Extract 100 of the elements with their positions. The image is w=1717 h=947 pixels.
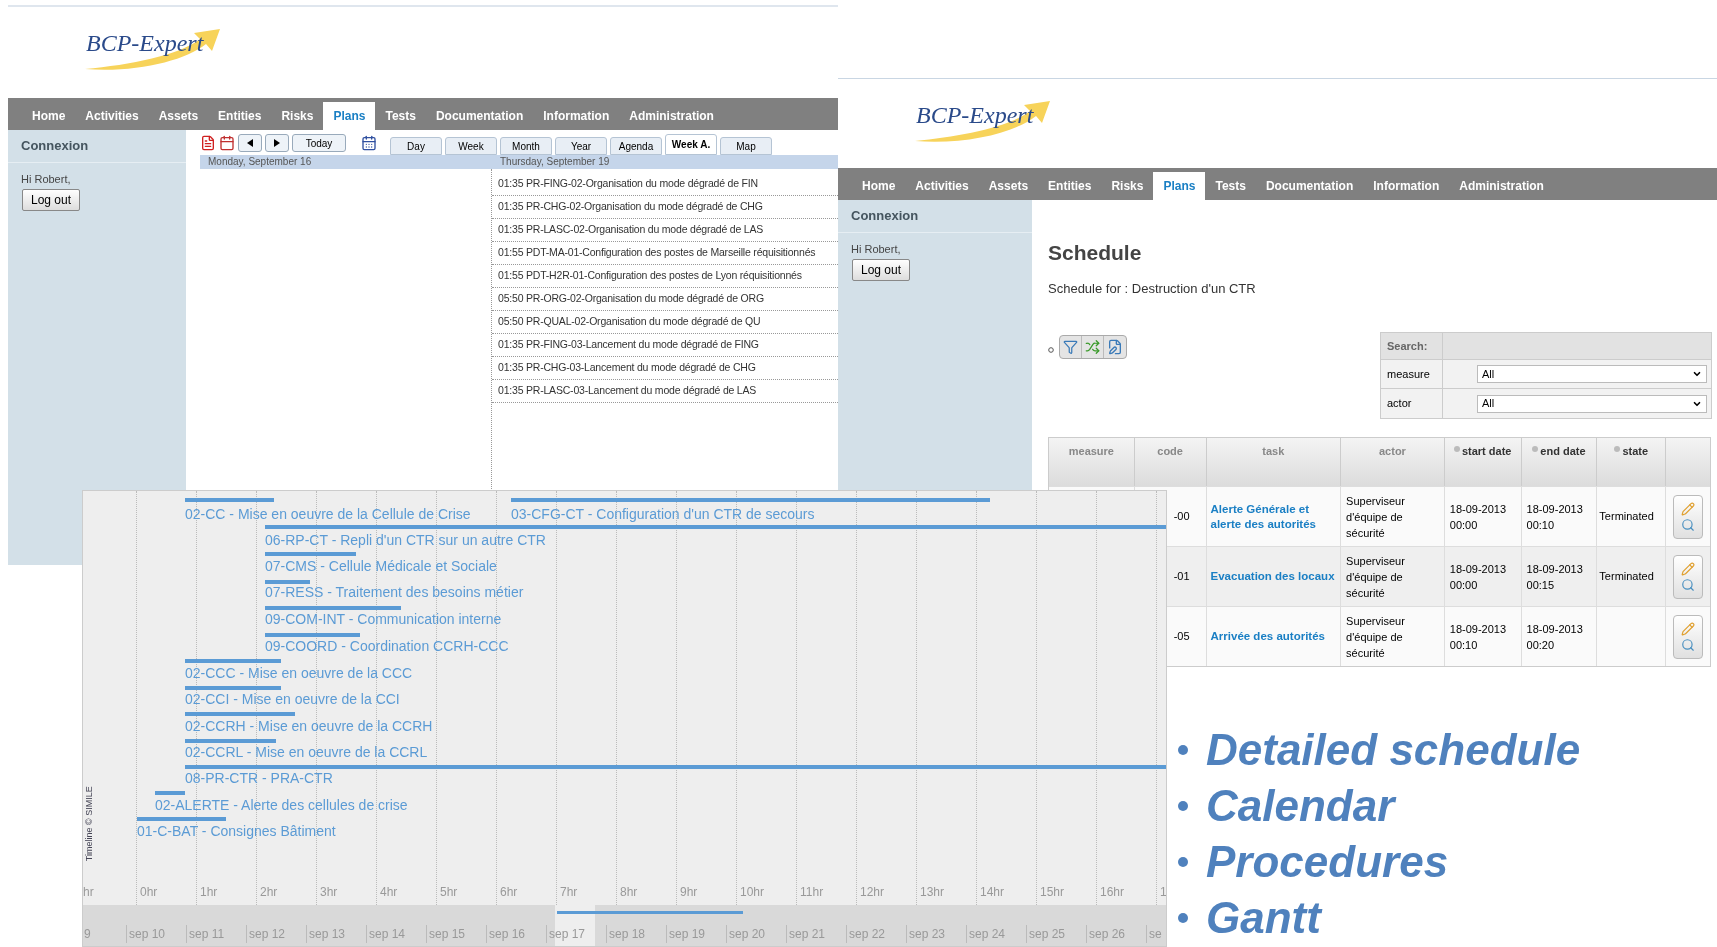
hour-tick-label: 13hr (920, 884, 945, 901)
filter-dropdown[interactable]: All (1477, 394, 1707, 413)
task-bar[interactable] (185, 659, 281, 663)
start-date-cell-text: 18-09-2013 00:00 (1449, 561, 1508, 593)
task-label[interactable]: 03-CFG-CT - Configuration d'un CTR de secours (511, 506, 815, 522)
nav-tab[interactable]: Entities (1038, 172, 1102, 200)
day-tick-label: sep 20 (726, 925, 766, 943)
next-button[interactable] (265, 134, 289, 152)
nav-tab[interactable]: Plans (323, 102, 376, 130)
task-link[interactable]: Evacuation des locaux (1210, 569, 1335, 584)
nav-tab[interactable]: Risks (1101, 172, 1154, 200)
filter-dropdown[interactable]: All (1477, 365, 1707, 383)
task-bar[interactable] (265, 633, 360, 637)
task-label[interactable]: 02-CCI - Mise en oeuvre de la CCI (185, 691, 400, 707)
nav-tab[interactable]: Information (1363, 172, 1450, 200)
logout-button[interactable]: Log out (852, 259, 911, 281)
start-date-cell-text: 18-09-2013 00:10 (1449, 621, 1508, 653)
nav-tab[interactable]: Plans (1153, 172, 1206, 200)
hour-tick-label: 1hr (200, 884, 218, 901)
sidebar-title: Connexion (838, 200, 1032, 233)
nav-tab[interactable]: Information (533, 102, 620, 130)
task-label[interactable]: 02-ALERTE - Alerte des cellules de crise (155, 797, 408, 813)
day-tick-label: sep 17 (546, 925, 586, 943)
state-cell-text: Terminated (1599, 569, 1654, 585)
day-tick-label: 9 (83, 925, 91, 943)
nav-tab[interactable]: Tests (1205, 172, 1256, 200)
task-bar[interactable] (265, 580, 310, 584)
hour-tick-label: 14hr (980, 884, 1005, 901)
action-button[interactable] (1673, 614, 1704, 659)
nav-tab[interactable]: Risks (271, 102, 324, 130)
pdf-icon[interactable] (200, 135, 216, 151)
view-tab[interactable]: Map (720, 137, 772, 155)
task-bar[interactable] (185, 498, 274, 502)
filter-label: measure (1381, 360, 1443, 388)
task-bar[interactable] (265, 552, 356, 556)
nav-tab[interactable]: Assets (978, 172, 1039, 200)
nav-tab[interactable]: Activities (905, 172, 979, 200)
task-label[interactable]: 07-CMS - Cellule Médicale et Sociale (265, 558, 497, 574)
nav-tab[interactable]: Tests (375, 102, 426, 130)
nav-tab[interactable]: Administration (1449, 172, 1554, 200)
bullet-icon (1178, 745, 1188, 755)
task-label[interactable]: 09-COM-INT - Communication interne (265, 611, 502, 627)
nav-tab[interactable]: Home (22, 102, 76, 130)
task-bar[interactable] (265, 606, 401, 610)
bullet-icon (1048, 347, 1054, 353)
hour-tick-label: 4hr (380, 884, 398, 901)
view-tab[interactable]: Week (445, 137, 497, 155)
task-bar[interactable] (185, 712, 295, 716)
nav-tab[interactable]: Administration (619, 102, 724, 130)
hour-tick-label: 15hr (1040, 884, 1065, 901)
task-bar[interactable] (185, 739, 276, 743)
task-label[interactable]: 02-CC - Mise en oeuvre de la Cellule de Crise (185, 506, 471, 522)
task-link[interactable]: Alerte Générale et alerte des autorités (1210, 501, 1337, 532)
task-label[interactable]: 02-CCC - Mise en oeuvre de la CCC (185, 665, 413, 681)
hour-tick-label: 5hr (440, 884, 458, 901)
bullet-icon (1178, 857, 1188, 867)
nav-tab[interactable]: Documentation (1255, 172, 1364, 200)
view-tab[interactable]: Day (390, 137, 442, 155)
nav-tab[interactable]: Entities (208, 102, 272, 130)
task-bar[interactable] (265, 525, 1166, 529)
task-label[interactable]: 01-C-BAT - Consignes Bâtiment (137, 823, 336, 839)
today-button[interactable]: Today (292, 134, 346, 152)
bullet-icon (1178, 801, 1188, 811)
task-bar[interactable] (155, 791, 185, 795)
calendar-grid-icon[interactable] (361, 135, 377, 151)
task-label[interactable]: 06-RP-CT - Repli d'un CTR sur un autre CTR (265, 532, 546, 548)
task-label[interactable]: 07-RESS - Traitement des besoins métier (265, 584, 524, 600)
magnifier-icon (1681, 637, 1696, 652)
end-date-cell-text: 18-09-2013 00:20 (1526, 621, 1584, 653)
nav-tab[interactable]: Home (852, 172, 906, 200)
code-cell-text: -00 (1173, 509, 1190, 525)
action-button[interactable] (1673, 554, 1704, 599)
task-link[interactable]: Arrivée des autorités (1210, 629, 1325, 644)
view-tab[interactable]: Year (555, 137, 607, 155)
calendar-icon[interactable] (219, 135, 235, 151)
hour-tick-label: 9hr (680, 884, 698, 901)
previous-button[interactable] (238, 134, 262, 152)
hour-tick-label: 7hr (560, 884, 578, 901)
nav-tab[interactable]: Activities (75, 102, 149, 130)
hour-tick-label: 2hr (260, 884, 278, 901)
nav-tab[interactable]: Assets (148, 102, 209, 130)
nav-tab[interactable]: Documentation (425, 102, 534, 130)
feature-item: Detailed schedule (1206, 724, 1581, 776)
action-button[interactable] (1673, 494, 1704, 539)
actor-cell-text: Superviseur d'équipe de sécurité (1346, 493, 1406, 541)
view-tab[interactable]: Week A. (665, 134, 717, 155)
logout-button[interactable]: Log out (22, 189, 81, 211)
end-date-cell-text: 18-09-2013 00:10 (1526, 501, 1584, 533)
task-label[interactable]: 02-CCRH - Mise en oeuvre de la CCRH (185, 718, 433, 734)
task-label[interactable]: 09-COORD - Coordination CCRH-CCC (265, 638, 509, 654)
task-bar[interactable] (185, 765, 1166, 769)
actor-cell-text: Superviseur d'équipe de sécurité (1346, 553, 1406, 601)
task-label[interactable]: 02-CCRL - Mise en oeuvre de la CCRL (185, 744, 428, 760)
task-bar[interactable] (511, 498, 990, 502)
day-tick-label: sep 19 (666, 925, 706, 943)
task-label[interactable]: 08-PR-CTR - PRA-CTR (185, 770, 333, 786)
view-tab[interactable]: Agenda (610, 137, 662, 155)
task-bar[interactable] (185, 686, 281, 690)
task-bar[interactable] (137, 817, 226, 821)
view-tab[interactable]: Month (500, 137, 552, 155)
